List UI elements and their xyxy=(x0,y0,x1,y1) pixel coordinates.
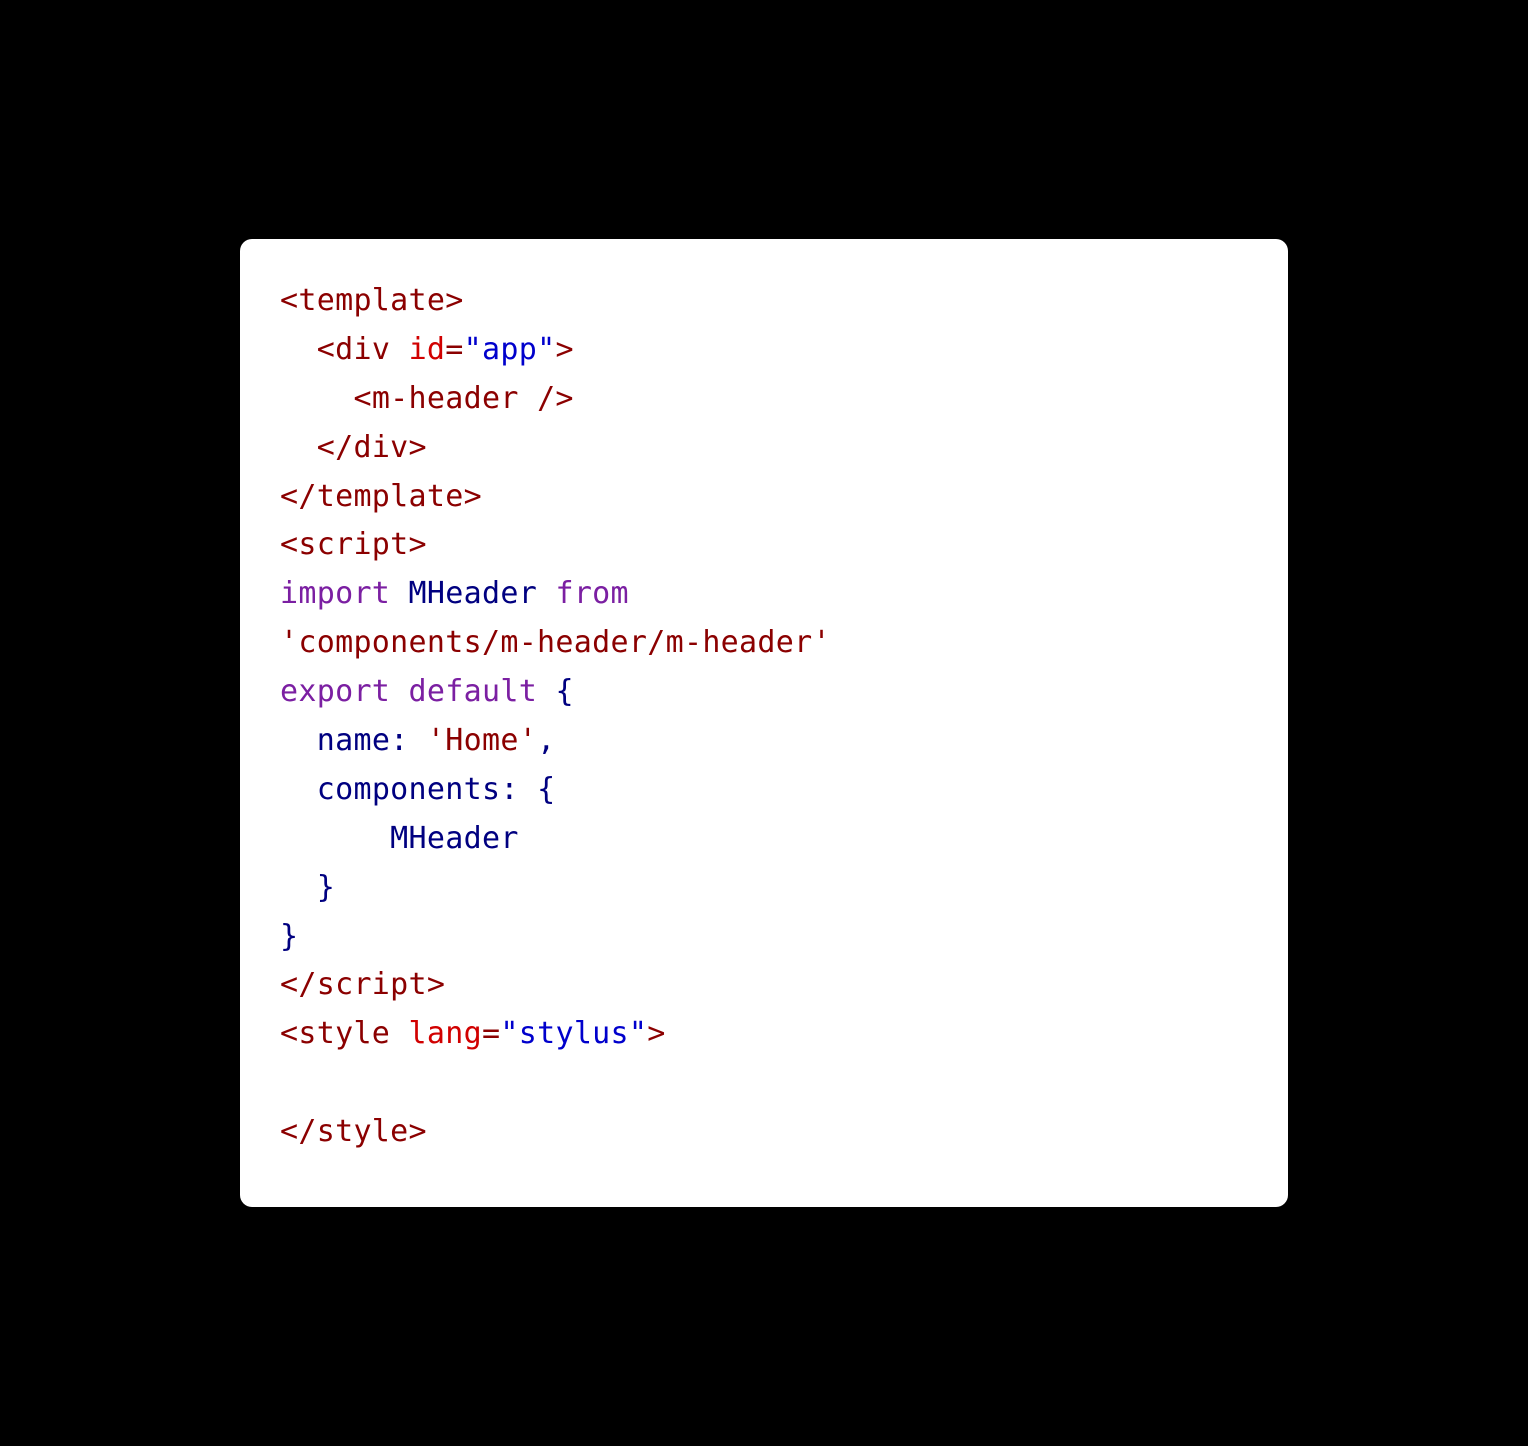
tag-close: </div> xyxy=(317,430,427,465)
space xyxy=(537,674,555,709)
comma: , xyxy=(537,723,555,758)
indent xyxy=(280,772,317,807)
tag-close: > xyxy=(555,332,573,367)
indent xyxy=(280,723,317,758)
code-line: </script> xyxy=(280,961,1248,1010)
keyword-from: from xyxy=(555,576,628,611)
tag-open: <template> xyxy=(280,283,464,318)
attr-name: id xyxy=(409,332,446,367)
code-line: <script> xyxy=(280,521,1248,570)
attr-value: "stylus" xyxy=(500,1016,647,1051)
space xyxy=(390,1016,408,1051)
code-line: <div id="app"> xyxy=(280,326,1248,375)
indent xyxy=(280,821,390,856)
brace-close: } xyxy=(280,919,298,954)
tag-open: <div xyxy=(317,332,390,367)
code-line: MHeader xyxy=(280,815,1248,864)
code-line: } xyxy=(280,864,1248,913)
code-line: import MHeader from xyxy=(280,570,1248,619)
keyword-import: import xyxy=(280,576,390,611)
space xyxy=(519,772,537,807)
code-line: components: { xyxy=(280,766,1248,815)
tag-close: </style> xyxy=(280,1114,427,1149)
code-window: <template> <div id="app"> <m-header /> <… xyxy=(240,239,1288,1207)
space xyxy=(390,576,408,611)
code-line: <m-header /> xyxy=(280,375,1248,424)
attr-value: "app" xyxy=(464,332,556,367)
space xyxy=(629,576,647,611)
code-line: <style lang="stylus"> xyxy=(280,1010,1248,1059)
identifier: MHeader xyxy=(409,576,538,611)
space xyxy=(390,332,408,367)
keyword-default: default xyxy=(409,674,538,709)
code-line: <template> xyxy=(280,277,1248,326)
code-line: </style> xyxy=(280,1108,1248,1157)
indent xyxy=(280,332,317,367)
space xyxy=(409,723,427,758)
tag-close: </script> xyxy=(280,967,445,1002)
code-line: name: 'Home', xyxy=(280,717,1248,766)
tag-close: </template> xyxy=(280,479,482,514)
tag-open: <script> xyxy=(280,527,427,562)
keyword-export: export xyxy=(280,674,390,709)
tag: <m-header /> xyxy=(353,381,573,416)
indent xyxy=(280,381,353,416)
code-line xyxy=(280,1059,1248,1108)
brace-open: { xyxy=(537,772,555,807)
property-name: name: xyxy=(317,723,409,758)
code-line: </div> xyxy=(280,424,1248,473)
code-line: </template> xyxy=(280,473,1248,522)
string-literal: 'Home' xyxy=(427,723,537,758)
tag-open: <style xyxy=(280,1016,390,1051)
brace-open: { xyxy=(555,674,573,709)
brace-close: } xyxy=(317,870,335,905)
space xyxy=(537,576,555,611)
equals: = xyxy=(445,332,463,367)
indent xyxy=(280,430,317,465)
string-literal: 'components/m-header/m-header' xyxy=(280,625,831,660)
indent xyxy=(280,870,317,905)
attr-name: lang xyxy=(409,1016,482,1051)
code-line: export default { xyxy=(280,668,1248,717)
code-line: 'components/m-header/m-header' xyxy=(280,619,1248,668)
identifier: MHeader xyxy=(390,821,519,856)
tag-close: > xyxy=(647,1016,665,1051)
code-line: } xyxy=(280,913,1248,962)
property-name: components: xyxy=(317,772,519,807)
equals: = xyxy=(482,1016,500,1051)
space xyxy=(390,674,408,709)
